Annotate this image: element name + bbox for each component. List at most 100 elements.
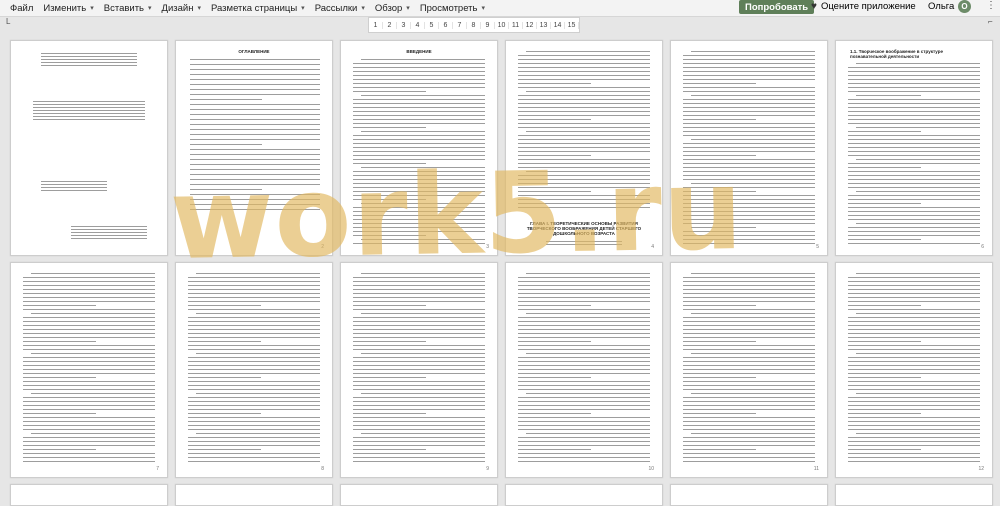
user-name[interactable]: Ольга (928, 1, 954, 12)
page-thumbnail-10[interactable]: 10 (505, 262, 663, 478)
horizontal-ruler[interactable]: 1 2 3 4 5 6 7 8 9 10 11 12 13 14 15 (368, 17, 580, 33)
text-line (683, 147, 815, 148)
text-line (856, 273, 980, 274)
text-line (518, 329, 650, 330)
text-line (353, 151, 485, 152)
page-thumbnail-4[interactable]: ГЛАВА I. ТЕОРЕТИЧЕСКИЕ ОСНОВЫ РАЗВИТИЯ Т… (505, 40, 663, 256)
page-thumbnail-5[interactable]: 5 (670, 40, 828, 256)
text-line (196, 273, 320, 274)
text-line (848, 195, 980, 196)
text-line (683, 59, 815, 60)
text-line (190, 179, 320, 180)
page-number: 5 (816, 244, 819, 250)
text-line (856, 191, 980, 192)
text-line (353, 385, 485, 386)
text-line (683, 123, 815, 124)
text-line (23, 441, 155, 442)
chevron-down-icon: ▾ (361, 5, 365, 12)
text-line (683, 329, 815, 330)
text-line (683, 223, 815, 224)
text-line (848, 381, 980, 382)
text-line (353, 337, 485, 338)
text-line (353, 445, 485, 446)
text-line (848, 115, 980, 116)
text-line (848, 231, 980, 232)
ruler-tick: 2 (383, 21, 397, 29)
page-thumbnail-9[interactable]: 9 (340, 262, 498, 478)
text-line (518, 449, 591, 450)
text-line (848, 183, 980, 184)
text-line (848, 397, 980, 398)
text-line (190, 144, 262, 145)
text-line (190, 194, 320, 195)
text-line (23, 309, 155, 310)
text-line (188, 421, 320, 422)
text-line (190, 114, 320, 115)
page-thumbnail-15[interactable] (340, 484, 498, 506)
text-line (848, 167, 921, 168)
text-line (353, 183, 485, 184)
text-line (518, 147, 650, 148)
text-line (848, 285, 980, 286)
text-line (518, 179, 650, 180)
text-line (683, 457, 815, 458)
text-line (856, 95, 921, 96)
page-thumbnail-18[interactable] (835, 484, 993, 506)
avatar[interactable]: О (958, 0, 971, 13)
more-options-icon[interactable]: ⋮ (986, 0, 996, 11)
text-line (196, 433, 320, 434)
menu-design[interactable]: Дизайн ▾ (162, 3, 201, 14)
text-line (33, 110, 145, 111)
menu-edit[interactable]: Изменить ▾ (43, 3, 93, 14)
page-thumbnail-2[interactable]: ОГЛАВЛЕНИЕ 2 (175, 40, 333, 256)
text-line (23, 329, 155, 330)
page-thumbnail-3[interactable]: ВВЕДЕНИЕ 3 (340, 40, 498, 256)
page-thumbnail-8[interactable]: 8 (175, 262, 333, 478)
text-line (23, 417, 155, 418)
page-thumbnail-7[interactable]: 7 (10, 262, 168, 478)
text-line (353, 449, 426, 450)
text-line (23, 333, 155, 334)
ruler-tick: 3 (397, 21, 411, 29)
text-line (691, 353, 815, 354)
menu-file[interactable]: Файл (10, 3, 33, 14)
text-line (188, 321, 320, 322)
rate-app-link[interactable]: ♥ Оцените приложение (811, 1, 916, 12)
text-line (23, 401, 155, 402)
page-thumbnail-6[interactable]: 1.1. Творческое воображение в структуре … (835, 40, 993, 256)
text-line (683, 211, 815, 212)
page-number: 6 (981, 244, 984, 250)
try-button[interactable]: Попробовать (739, 0, 815, 14)
text-line (353, 227, 485, 228)
text-line (848, 211, 980, 212)
text-line (353, 179, 485, 180)
text-line (353, 377, 426, 378)
text-line (848, 421, 980, 422)
text-line (518, 401, 650, 402)
text-line (353, 155, 485, 156)
ruler-tick: 7 (453, 21, 467, 29)
text-line (190, 149, 320, 150)
page-thumbnail-11[interactable]: 11 (670, 262, 828, 478)
menu-review[interactable]: Обзор ▾ (375, 3, 410, 14)
text-line (848, 67, 980, 68)
page-thumbnail-17[interactable] (670, 484, 828, 506)
page-thumbnail-1[interactable] (10, 40, 168, 256)
text-line (518, 301, 650, 302)
text-line (353, 341, 426, 342)
text-line (188, 317, 320, 318)
menu-insert[interactable]: Вставить ▾ (104, 3, 152, 14)
menu-view[interactable]: Просмотреть ▾ (420, 3, 485, 14)
text-line (188, 461, 320, 462)
text-line (353, 171, 485, 172)
menu-mailings[interactable]: Рассылки ▾ (315, 3, 365, 14)
page-thumbnail-12[interactable]: 12 (835, 262, 993, 478)
menu-layout[interactable]: Разметка страницы ▾ (211, 3, 305, 14)
text-line (683, 143, 815, 144)
page-thumbnail-14[interactable] (175, 484, 333, 506)
text-line (683, 195, 815, 196)
page-thumbnail-16[interactable] (505, 484, 663, 506)
page-thumbnail-13[interactable] (10, 484, 168, 506)
text-line (188, 277, 320, 278)
text-line (518, 361, 650, 362)
